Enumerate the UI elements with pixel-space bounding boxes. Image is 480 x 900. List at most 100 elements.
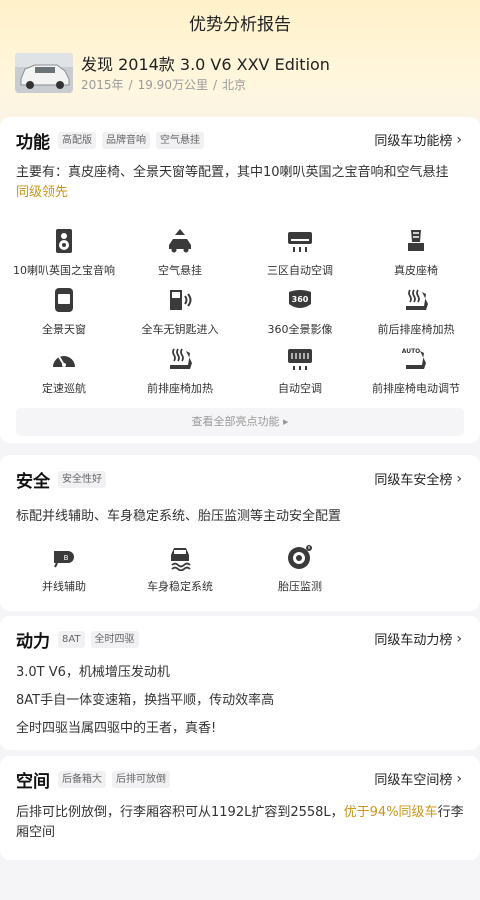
- features-card: 功能 高配版 品牌音响 空气悬挂 同级车功能榜 › 主要有：真皮座椅、全景天窗等…: [0, 117, 480, 443]
- meta-separator: /: [128, 78, 133, 92]
- safety-rank-link[interactable]: 同级车安全榜 ›: [374, 469, 462, 489]
- feature-label: 定速巡航: [42, 382, 86, 395]
- chevron-right-icon: ›: [456, 630, 462, 647]
- feature-label: 全景天窗: [42, 323, 86, 336]
- safety-item[interactable]: 胎压监测: [240, 543, 360, 594]
- tag: 全时四驱: [90, 631, 139, 648]
- page-title: 优势分析报告: [189, 15, 291, 35]
- electric-seat-icon: AUTO: [402, 348, 426, 369]
- keyless-entry-icon: [170, 290, 192, 310]
- feature-item[interactable]: 定速巡航: [4, 345, 124, 396]
- section-title-safety: 安全: [16, 472, 50, 492]
- feature-item[interactable]: 10喇叭英国之宝音响: [4, 227, 124, 278]
- lane-assist-icon: B: [54, 551, 74, 568]
- car-mileage: 19.90万公里: [137, 78, 208, 92]
- safety-label: 并线辅助: [42, 580, 86, 593]
- svg-text:AUTO: AUTO: [402, 348, 420, 355]
- air-conditioner-icon: [288, 232, 312, 252]
- leather-seat-icon: [408, 230, 424, 251]
- power-line: 8AT手自一体变速箱，换挡平顺，传动效率高: [16, 693, 275, 708]
- car-city: 北京: [222, 78, 247, 92]
- highlight-text: 优于94%同级车: [343, 805, 438, 820]
- space-tags: 后备箱大 后排可放倒: [58, 771, 170, 788]
- car-year: 2015年: [81, 78, 124, 92]
- safety-label: 胎压监测: [278, 580, 322, 593]
- view-all-features-button[interactable]: 查看全部亮点功能 ▸: [16, 408, 464, 436]
- tag: 高配版: [58, 132, 96, 149]
- safety-item[interactable]: B 并线辅助: [4, 543, 124, 594]
- feature-label: 前排座椅加热: [147, 382, 213, 395]
- rank-link-label: 同级车动力榜: [374, 633, 453, 648]
- tag: 空气悬挂: [156, 132, 204, 149]
- features-desc-text: 主要有：真皮座椅、全景天窗等配置，其中10喇叭英国之宝音响和空气悬挂: [16, 165, 449, 180]
- feature-label: 真皮座椅: [394, 264, 438, 277]
- section-title-space: 空间: [16, 772, 50, 792]
- rank-link-label: 同级车功能榜: [374, 134, 453, 149]
- space-rank-link[interactable]: 同级车空间榜 ›: [374, 769, 462, 789]
- svg-text:360: 360: [292, 295, 309, 304]
- feature-item[interactable]: 自动空调: [240, 345, 360, 396]
- air-suspension-icon: [169, 229, 191, 253]
- tag: 品牌音响: [102, 132, 150, 149]
- power-card: 动力 8AT 全时四驱 同级车动力榜 › 3.0T V6，机械增压发动机 8AT…: [0, 616, 480, 750]
- feature-item[interactable]: 空气悬挂: [120, 227, 240, 278]
- feature-item[interactable]: 全车无钥匙进入: [120, 286, 240, 337]
- seat-heat-icon: [406, 289, 428, 310]
- rank-link-label: 同级车安全榜: [374, 473, 453, 488]
- cruise-control-icon: [53, 354, 75, 367]
- car-thumbnail[interactable]: [15, 53, 73, 93]
- feature-item[interactable]: 前后排座椅加热: [356, 286, 476, 337]
- stability-icon: [171, 548, 191, 571]
- power-line: 3.0T V6，机械增压发动机: [16, 665, 170, 680]
- svg-text:B: B: [64, 554, 69, 562]
- safety-label: 车身稳定系统: [147, 580, 213, 593]
- power-line: 全时四驱当属四驱中的王者，真香!: [16, 721, 217, 736]
- power-description: 3.0T V6，机械增压发动机 8AT手自一体变速箱，换挡平顺，传动效率高 全时…: [0, 663, 480, 739]
- section-title-power: 动力: [16, 632, 50, 652]
- meta-separator: /: [212, 78, 217, 92]
- features-rank-link[interactable]: 同级车功能榜 ›: [374, 130, 462, 150]
- feature-tags: 高配版 品牌音响 空气悬挂: [58, 132, 204, 149]
- sunroof-icon: [55, 288, 73, 312]
- safety-card: 安全 安全性好 同级车安全榜 › 标配并线辅助、车身稳定系统、胎压监测等主动安全…: [0, 455, 480, 611]
- section-title-features: 功能: [16, 133, 50, 153]
- tag: 安全性好: [58, 471, 106, 488]
- power-tags: 8AT 全时四驱: [58, 631, 139, 648]
- feature-item[interactable]: 三区自动空调: [240, 227, 360, 278]
- rank-link-label: 同级车空间榜: [374, 773, 453, 788]
- chevron-right-icon: ›: [456, 470, 462, 487]
- feature-label: 全车无钥匙进入: [141, 323, 219, 336]
- feature-label: 前后排座椅加热: [377, 323, 455, 336]
- feature-item[interactable]: 前排座椅加热: [120, 345, 240, 396]
- feature-label: 自动空调: [278, 382, 322, 395]
- feature-item[interactable]: 真皮座椅: [356, 227, 476, 278]
- car-meta: 2015年 / 19.90万公里 / 北京: [81, 76, 246, 93]
- feature-item[interactable]: 360 360全景影像: [240, 286, 360, 337]
- speaker-icon: [56, 229, 72, 253]
- tire-pressure-icon: [288, 545, 312, 569]
- feature-item[interactable]: AUTO 前排座椅电动调节: [356, 345, 476, 396]
- features-description: 主要有：真皮座椅、全景天窗等配置，其中10喇叭英国之宝音响和空气悬挂 同级领先: [0, 163, 480, 203]
- tag: 8AT: [58, 631, 85, 648]
- feature-label: 空气悬挂: [158, 264, 202, 277]
- feature-label: 360全景影像: [267, 323, 333, 336]
- feature-label: 三区自动空调: [267, 264, 333, 277]
- power-rank-link[interactable]: 同级车动力榜 ›: [374, 629, 462, 649]
- tag: 后备箱大: [58, 771, 106, 788]
- chevron-right-icon: ›: [456, 131, 462, 148]
- safety-item[interactable]: 车身稳定系统: [120, 543, 240, 594]
- feature-label: 前排座椅电动调节: [372, 382, 460, 395]
- feature-item[interactable]: 全景天窗: [4, 286, 124, 337]
- safety-tags: 安全性好: [58, 471, 106, 488]
- feature-label: 10喇叭英国之宝音响: [13, 264, 115, 277]
- front-seat-heat-icon: [170, 348, 192, 369]
- highlight-text: 同级领先: [16, 185, 69, 200]
- safety-description: 标配并线辅助、车身稳定系统、胎压监测等主动安全配置: [16, 509, 342, 524]
- tag: 后排可放倒: [112, 771, 170, 788]
- camera-360-icon: 360: [289, 290, 311, 308]
- chevron-right-icon: ›: [456, 770, 462, 787]
- auto-ac-icon: [288, 349, 312, 370]
- car-title: 发现 2014款 3.0 V6 XXV Edition: [81, 55, 330, 74]
- space-desc-text: 后排可比例放倒，行李厢容积可从1192L扩容到2558L，: [16, 805, 344, 820]
- space-description: 后排可比例放倒，行李厢容积可从1192L扩容到2558L，优于94%同级车行李厢…: [0, 803, 480, 843]
